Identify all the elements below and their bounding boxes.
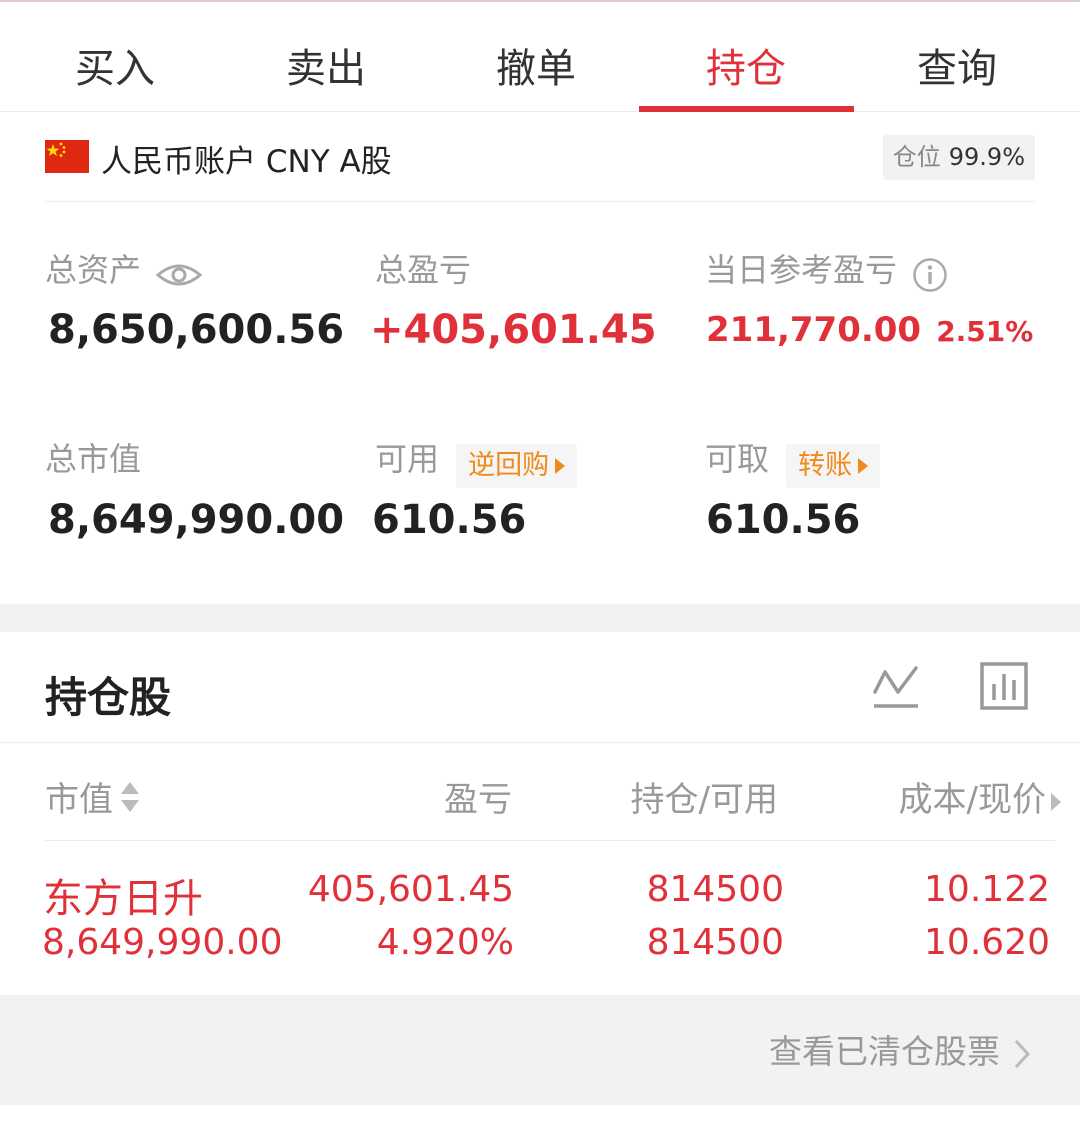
account-row: 人民币账户 CNY A股 仓位 99.9% [45,112,1035,202]
reverse-repo-button[interactable]: 逆回购 [456,443,578,488]
holdings-page: 买入 卖出 撤单 持仓 查询 人民币账户 CNY A股 仓位99.9% 总资产 [0,0,1080,1128]
market-value-label: 总市值 [45,440,142,478]
tab-cancel[interactable]: 撤单 [446,36,626,94]
table-row[interactable]: 东方日升 8,649,990.00 405,601.45 4.920% 8145… [0,841,1080,995]
section-divider [0,604,1080,632]
chevron-right-icon [1014,1039,1031,1068]
stock-name: 东方日升 [43,876,203,922]
col-pnl[interactable]: 盈亏 [444,772,512,821]
holdings-separator [0,742,1080,743]
withdrawable-label: 可取 [705,440,770,478]
market-value-value: 8,649,990.00 [48,497,345,543]
col-position[interactable]: 持仓/可用 [631,772,778,821]
stock-market-value: 8,649,990.00 [42,922,283,963]
daily-pnl-values: 211,770.00 2.51% [706,310,1033,350]
col-cost[interactable]: 成本/现价 [899,772,1062,822]
position-value: 99.9% [948,143,1025,171]
cleared-stocks-link[interactable]: 查看已清仓股票 [769,1025,1031,1073]
play-arrow-icon [858,458,869,474]
trade-tabs: 买入 卖出 撤单 持仓 查询 [0,2,1080,112]
available-value: 610.56 [372,497,527,543]
bar-chart-icon[interactable] [980,662,1028,714]
china-flag-icon [45,140,89,173]
play-arrow-icon [555,458,566,474]
transfer-label: 转账 [798,449,853,481]
total-assets-label: 总资产 [45,251,142,289]
daily-pnl-value: 211,770.00 [706,310,922,350]
col-cost-label: 成本/现价 [898,780,1046,820]
total-pnl-block: 总盈亏 [375,245,471,291]
reverse-repo-label: 逆回购 [468,449,550,481]
tab-holdings[interactable]: 持仓 [656,36,836,94]
tab-buy[interactable]: 买入 [25,36,205,94]
position-badge: 仓位 99.9% [882,135,1035,180]
eye-icon[interactable] [155,260,203,294]
tab-query[interactable]: 查询 [867,36,1047,94]
total-pnl-value: +405,601.45 [370,307,657,353]
market-value-block: 总市值 [45,434,141,480]
available-label: 可用 [375,440,440,478]
stock-position: 814500 [646,869,784,910]
stock-pnl: 405,601.45 [307,869,514,910]
total-assets-value: 8,650,600.56 [48,307,345,353]
daily-pnl-percent: 2.51% [936,315,1034,348]
account-name: 人民币账户 CNY A股 [101,144,392,180]
holdings-title: 持仓股 [45,673,172,722]
total-pnl-label: 总盈亏 [375,251,472,289]
transfer-button[interactable]: 转账 [786,443,881,488]
col-market-value[interactable]: 市值 [45,772,141,824]
stock-price: 10.620 [924,922,1050,963]
play-arrow-icon [1050,782,1062,822]
tab-sell[interactable]: 卖出 [236,36,416,94]
total-assets-block: 总资产 [45,245,203,294]
line-chart-icon[interactable] [872,662,920,714]
available-block: 可用 逆回购 [375,434,578,488]
footer-band: 查看已清仓股票 [0,995,1080,1105]
daily-pnl-block: 当日参考盈亏 [705,245,948,297]
position-label: 仓位 [892,143,941,171]
daily-pnl-label: 当日参考盈亏 [705,251,898,289]
stock-pnl-percent: 4.920% [376,922,514,963]
stock-available: 814500 [646,922,784,963]
col-market-value-label: 市值 [45,780,113,820]
sort-icon [119,779,141,824]
withdrawable-block: 可取 转账 [705,434,881,488]
cleared-stocks-label: 查看已清仓股票 [769,1032,1000,1071]
info-icon[interactable] [912,257,948,297]
stock-cost: 10.122 [924,869,1050,910]
withdrawable-value: 610.56 [706,497,861,543]
